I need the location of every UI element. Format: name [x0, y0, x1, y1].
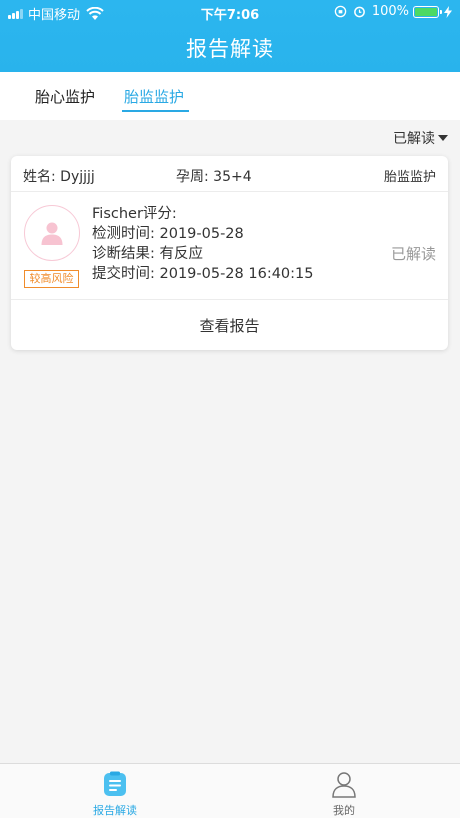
tab-fetal-heart[interactable]: 胎心监护 — [35, 86, 95, 107]
tab-fetal-monitor[interactable]: 胎监监护 — [124, 86, 184, 107]
caret-down-icon — [438, 135, 448, 141]
gestational-week: 孕周: 35+4 — [176, 169, 252, 185]
detect-time: 检测时间: 2019-05-28 — [92, 226, 244, 242]
patient-name: 姓名: Dyjjjj — [23, 169, 95, 185]
active-tab-indicator — [122, 110, 189, 112]
app-header: 中国移动 下午7:06 100% 报告解读 — [0, 0, 460, 72]
segment-tabs: 胎心监护 胎监监护 — [0, 72, 460, 120]
page-title: 报告解读 — [186, 37, 274, 61]
bottom-tab-report-label: 报告解读 — [93, 804, 137, 817]
report-card[interactable]: 姓名: Dyjjjj 孕周: 35+4 胎监监护 较高风险 Fischer评分:… — [11, 156, 448, 350]
submit-time: 提交时间: 2019-05-28 16:40:15 — [92, 266, 314, 282]
orientation-lock-icon — [334, 5, 347, 18]
fischer-score: Fischer评分: — [92, 206, 177, 222]
diagnosis-result: 诊断结果: 有反应 — [92, 246, 203, 262]
charging-icon — [444, 5, 452, 18]
status-bar: 中国移动 下午7:06 100% — [0, 0, 460, 24]
report-details: Fischer评分: 检测时间: 2019-05-28 诊断结果: 有反应 提交… — [92, 204, 314, 284]
avatar — [24, 205, 80, 261]
person-icon — [41, 222, 63, 245]
alarm-icon — [353, 6, 365, 18]
report-icon — [104, 771, 126, 796]
battery-icon — [413, 5, 442, 18]
bottom-tab-profile-label: 我的 — [333, 804, 355, 817]
status-filter-dropdown[interactable]: 已解读 — [393, 128, 448, 148]
status-badge: 已解读 — [390, 245, 436, 263]
report-type: 胎监监护 — [383, 170, 436, 185]
bottom-tab-profile[interactable]: 我的 — [304, 770, 384, 818]
view-report-button[interactable]: 查看报告 — [11, 315, 448, 336]
card-footer: 查看报告 — [11, 299, 448, 350]
battery-percent: 100% — [371, 4, 409, 19]
bottom-tab-report[interactable]: 报告解读 — [75, 770, 155, 818]
profile-icon — [332, 772, 356, 798]
risk-badge: 较高风险 — [24, 270, 79, 288]
filter-label: 已解读 — [393, 131, 435, 147]
bottom-tab-bar: 报告解读 我的 — [0, 763, 460, 818]
card-header: 姓名: Dyjjjj 孕周: 35+4 胎监监护 — [11, 156, 448, 192]
